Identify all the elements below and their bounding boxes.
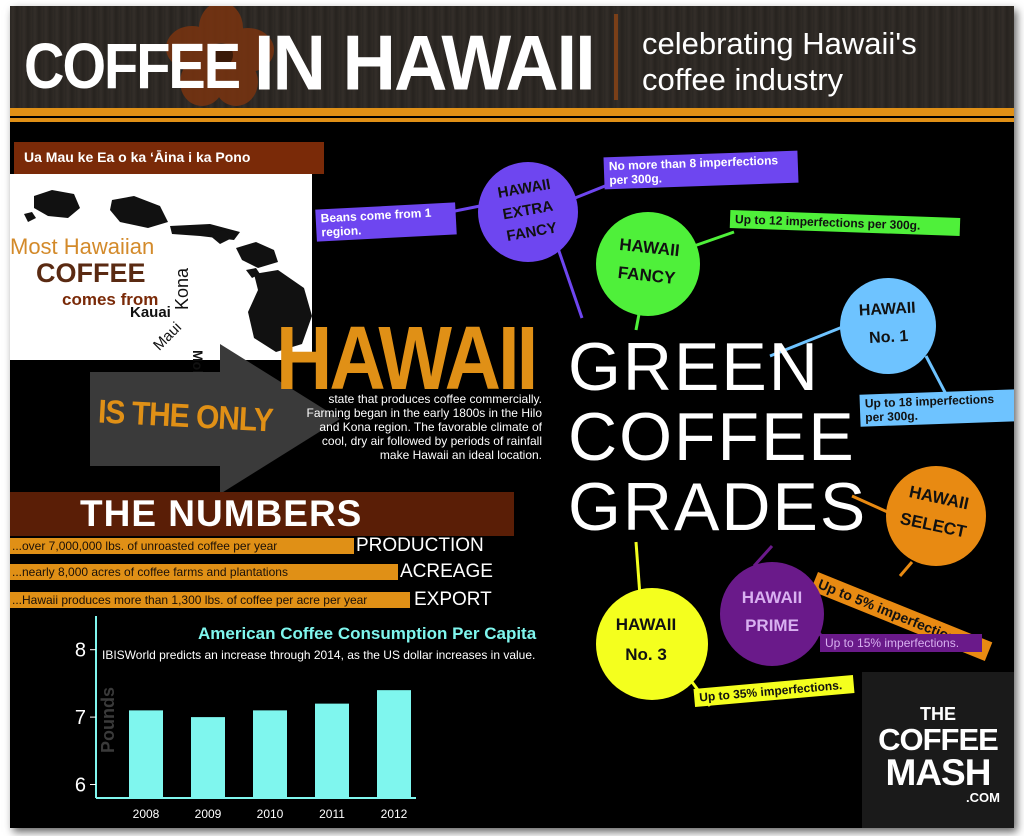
grade-label-no3: HAWAII No. 3: [596, 610, 696, 670]
grade-label-line: HAWAII: [615, 615, 677, 634]
grade-label-no1: HAWAII No. 1: [839, 294, 938, 355]
grade-label-line: No. 3: [625, 645, 667, 664]
grades-title-line3: GRADES: [568, 469, 868, 545]
green-coffee-grades-title: GREEN COFFEE GRADES: [568, 332, 867, 542]
logo-line3: MASH: [885, 752, 992, 793]
grade-tag-no1: Up to 18 imperfections per 300g.: [859, 389, 1014, 427]
grade-label-line: PRIME: [745, 616, 799, 635]
grade-label-line: No. 1: [868, 327, 909, 347]
grade-label-fancy: HAWAII FANCY: [593, 229, 702, 296]
grade-tag-extra-fancy-imperfections: No more than 8 imperfections per 300g.: [603, 150, 799, 190]
coffee-mash-logo: THE COFFEE MASH .COM: [862, 672, 1014, 828]
grades-title-line2: COFFEE: [568, 399, 856, 475]
grade-tag-prime: Up to 15% imperfections.: [820, 634, 982, 652]
grade-label-prime: HAWAII PRIME: [720, 584, 824, 640]
logo-line4: .COM: [966, 790, 1000, 805]
grade-label-line: HAWAII: [741, 588, 803, 607]
grades-title-line1: GREEN: [568, 329, 820, 405]
infographic-frame: COFFEE IN HAWAII celebrating Hawaii's co…: [10, 6, 1014, 828]
